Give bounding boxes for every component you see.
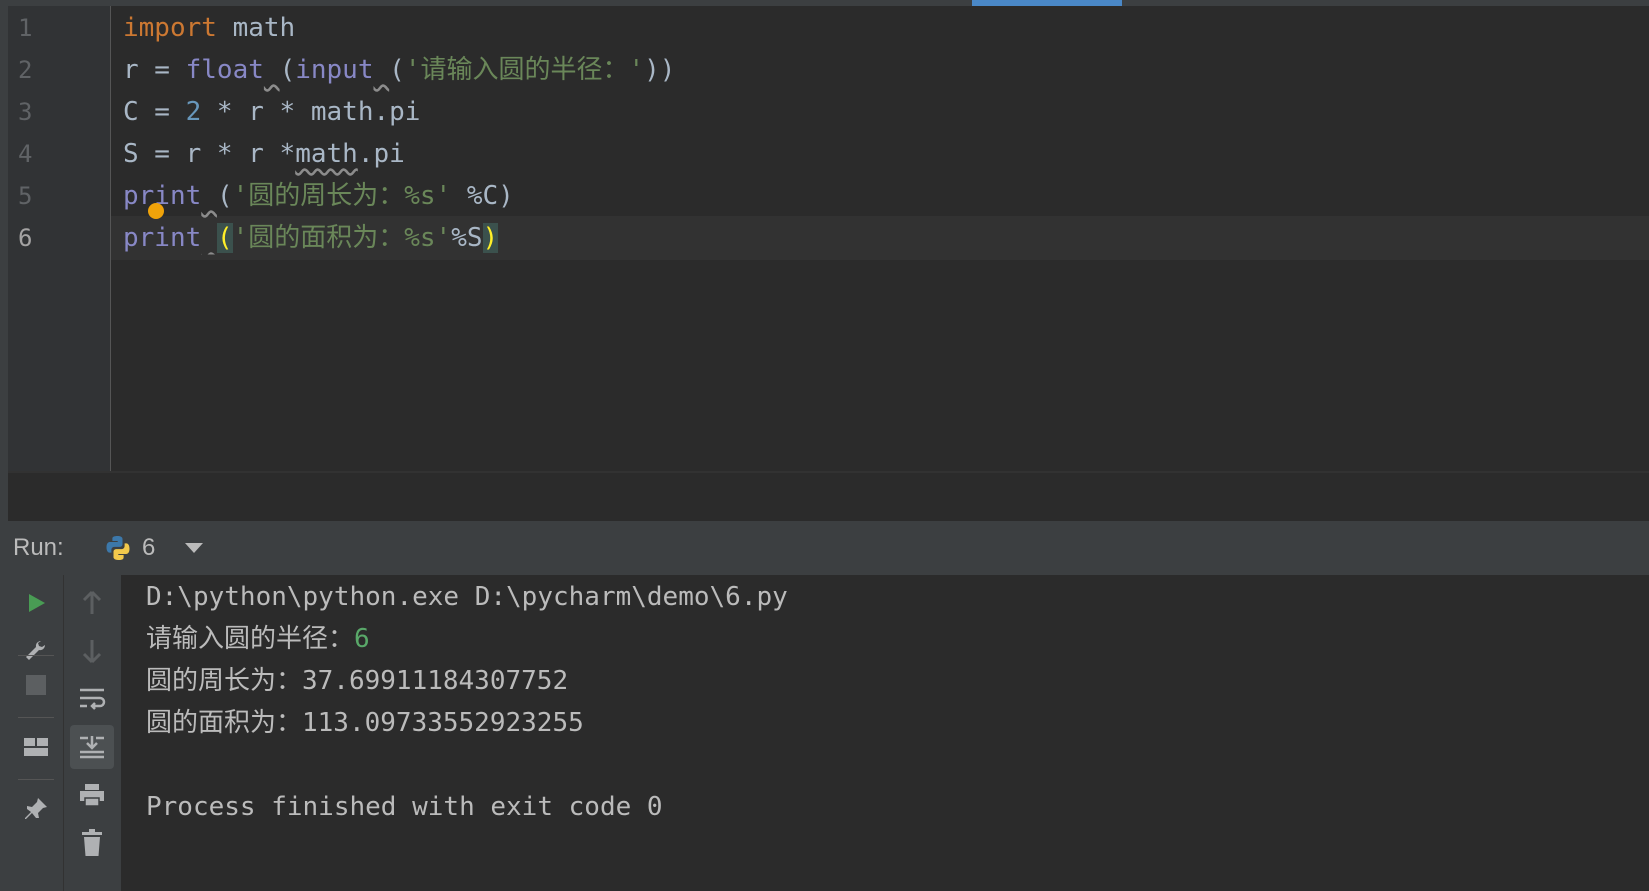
console-prompt: 请输入圆的半径： xyxy=(146,624,355,654)
python-icon xyxy=(106,536,130,560)
line-number: 5 xyxy=(18,182,33,210)
run-config-tab[interactable]: 6 xyxy=(104,521,204,575)
line-number: 4 xyxy=(18,140,33,168)
console-output-circumference: 圆的周长为：37.69911184307752 xyxy=(146,666,569,696)
run-config-name: 6 xyxy=(142,534,156,561)
left-edge xyxy=(0,0,8,891)
rerun-button[interactable] xyxy=(14,581,58,625)
line-number: 3 xyxy=(18,98,33,126)
keyword-import: import xyxy=(123,13,217,43)
code-text: S = r * r * xyxy=(123,139,296,169)
code-line-6[interactable]: print ('圆的面积为：%s'%S) xyxy=(123,216,499,260)
trash-icon xyxy=(82,829,102,856)
arrow-up-icon xyxy=(82,590,102,614)
run-icon xyxy=(29,594,45,612)
chevron-down-icon[interactable] xyxy=(185,543,204,553)
pin-tab-button[interactable] xyxy=(14,787,58,831)
code-text: C = xyxy=(123,97,186,127)
code-line-1[interactable]: import math xyxy=(123,6,295,50)
code-text-warning: math xyxy=(295,139,358,169)
console-output-area: 圆的面积为：113.09733552923255 xyxy=(146,708,584,738)
soft-wrap-icon xyxy=(80,688,106,710)
code-text: ( xyxy=(216,181,233,211)
string-literal: '请输入圆的半径：' xyxy=(404,55,645,85)
code-text: %S xyxy=(451,223,483,253)
restore-layout-button[interactable] xyxy=(14,725,58,769)
arrow-down-icon xyxy=(82,640,102,664)
pin-icon xyxy=(25,798,47,819)
run-toolbar-left xyxy=(8,575,64,891)
code-text: ( xyxy=(389,55,405,85)
builtin-input: input xyxy=(295,55,374,85)
matched-paren: ) xyxy=(482,223,499,253)
print-icon xyxy=(80,784,104,807)
wrench-icon xyxy=(26,640,46,660)
soft-wrap-button[interactable] xyxy=(70,677,114,721)
string-literal: '圆的面积为：%s' xyxy=(232,223,452,253)
next-occurrence-button[interactable] xyxy=(70,629,114,673)
code-line-5[interactable]: print ('圆的周长为：%s' %C) xyxy=(123,174,514,218)
code-text: .pi xyxy=(357,139,405,169)
string-literal: '圆的周长为：%s' xyxy=(232,181,452,211)
console-exit-message: Process finished with exit code 0 xyxy=(146,792,663,822)
console-user-input: 6 xyxy=(354,624,370,654)
line-number: 1 xyxy=(18,14,33,42)
number-literal: 2 xyxy=(185,97,202,127)
code-text: r = xyxy=(123,55,186,85)
clear-all-button[interactable] xyxy=(70,821,114,865)
code-text: * r * math.pi xyxy=(201,97,421,127)
run-console[interactable]: D:\python\python.exe D:\pycharm\demo\6.p… xyxy=(121,575,1649,891)
console-command-line: D:\python\python.exe D:\pycharm\demo\6.p… xyxy=(146,582,788,612)
code-line-3[interactable]: C = 2 * r * math.pi xyxy=(123,90,420,134)
line-number: 2 xyxy=(18,56,33,84)
code-editor[interactable]: 1 2 3 4 5 6 import math r = float (input… xyxy=(8,6,1649,471)
code-text: ( xyxy=(279,55,296,85)
code-line-2[interactable]: r = float (input ('请输入圆的半径：')) xyxy=(123,48,675,92)
layout-icon xyxy=(24,738,48,756)
code-text: )) xyxy=(644,55,676,85)
line-number-gutter: 1 2 3 4 5 6 xyxy=(8,6,111,471)
matched-paren: ( xyxy=(216,223,233,253)
code-text: math xyxy=(216,13,296,43)
stop-button[interactable] xyxy=(14,663,58,707)
console-prompt-line: 请输入圆的半径：6 xyxy=(146,617,370,661)
run-toolbar-right xyxy=(64,575,121,891)
builtin-print: print xyxy=(123,223,202,253)
panel-divider[interactable] xyxy=(8,471,1649,523)
previous-occurrence-button[interactable] xyxy=(70,581,114,625)
print-button[interactable] xyxy=(70,773,114,817)
run-panel-header: Run: 6 xyxy=(8,521,1649,576)
run-label: Run: xyxy=(13,534,64,561)
scroll-to-end-button[interactable] xyxy=(70,725,114,769)
scroll-to-end-icon xyxy=(80,736,104,759)
code-line-4[interactable]: S = r * r *math.pi xyxy=(123,132,405,176)
line-number-current: 6 xyxy=(18,224,33,252)
code-text: %C) xyxy=(451,181,514,211)
stop-icon xyxy=(26,675,46,695)
builtin-float: float xyxy=(185,55,264,85)
